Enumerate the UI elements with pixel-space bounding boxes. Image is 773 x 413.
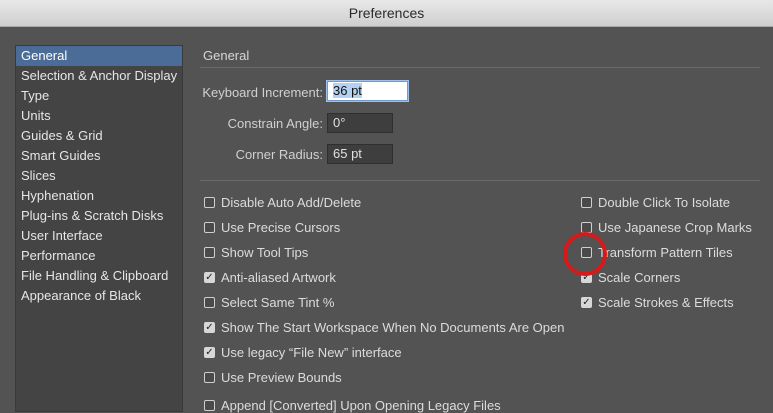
annotation-circle <box>563 232 607 276</box>
checkbox-label: Double Click To Isolate <box>598 195 730 210</box>
checkbox-box[interactable] <box>204 297 215 308</box>
checkbox-use-japanese-crop-marks[interactable]: Use Japanese Crop Marks <box>581 220 752 235</box>
checkbox-show-tool-tips[interactable]: Show Tool Tips <box>204 245 308 260</box>
sidebar-item-selection-anchor-display[interactable]: Selection & Anchor Display <box>16 66 182 86</box>
checkmark-icon[interactable]: ✓ <box>204 347 215 358</box>
checkbox-label: Append [Converted] Upon Opening Legacy F… <box>221 398 501 413</box>
checkbox-disable-auto-add-delete[interactable]: Disable Auto Add/Delete <box>204 195 361 210</box>
checkbox-label: Disable Auto Add/Delete <box>221 195 362 210</box>
sidebar-item-smart-guides[interactable]: Smart Guides <box>16 146 182 166</box>
checkbox-use-preview-bounds[interactable]: Use Preview Bounds <box>204 370 342 385</box>
sidebar-item-general[interactable]: General <box>16 46 182 66</box>
checkbox-box[interactable] <box>204 372 215 383</box>
checkbox-show-start-workspace[interactable]: ✓ Show The Start Workspace When No Docum… <box>204 320 564 335</box>
checkbox-box[interactable] <box>204 247 215 258</box>
keyboard-increment-field[interactable]: 36 pt <box>327 81 408 101</box>
checkbox-double-click-to-isolate[interactable]: Double Click To Isolate <box>581 195 730 210</box>
checkbox-label: Select Same Tint % <box>221 295 335 310</box>
checkbox-select-same-tint[interactable]: Select Same Tint % <box>204 295 334 310</box>
sidebar: General Selection & Anchor Display Type … <box>15 45 183 412</box>
sidebar-item-user-interface[interactable]: User Interface <box>16 226 182 246</box>
checkbox-box[interactable] <box>581 197 592 208</box>
checkbox-label: Anti-aliased Artwork <box>221 270 336 285</box>
checkbox-use-legacy-file-new[interactable]: ✓ Use legacy “File New” interface <box>204 345 402 360</box>
sidebar-item-units[interactable]: Units <box>16 106 182 126</box>
checkbox-use-precise-cursors[interactable]: Use Precise Cursors <box>204 220 340 235</box>
checkmark-icon[interactable]: ✓ <box>204 272 215 283</box>
sidebar-item-plugins-scratch-disks[interactable]: Plug-ins & Scratch Disks <box>16 206 182 226</box>
constrain-angle-label: Constrain Angle: <box>227 116 323 131</box>
checkbox-label: Scale Strokes & Effects <box>598 295 734 310</box>
checkbox-label: Show Tool Tips <box>221 245 309 260</box>
window-title: Preferences <box>348 5 425 21</box>
checkbox-label: Use Preview Bounds <box>221 370 342 385</box>
checkbox-label: Scale Corners <box>598 270 681 285</box>
corner-radius-field[interactable]: 65 pt <box>327 144 393 164</box>
checkmark-icon[interactable]: ✓ <box>204 322 215 333</box>
checkbox-box[interactable] <box>204 222 215 233</box>
checkbox-label: Use Japanese Crop Marks <box>598 220 752 235</box>
corner-radius-label: Corner Radius: <box>235 147 323 162</box>
constrain-angle-field[interactable]: 0° <box>327 113 393 133</box>
checkbox-label: Use legacy “File New” interface <box>221 345 402 360</box>
sidebar-item-type[interactable]: Type <box>16 86 182 106</box>
checkbox-anti-aliased-artwork[interactable]: ✓ Anti-aliased Artwork <box>204 270 336 285</box>
sidebar-item-performance[interactable]: Performance <box>16 246 182 266</box>
checkbox-label: Use Precise Cursors <box>221 220 341 235</box>
checkmark-icon[interactable]: ✓ <box>581 297 592 308</box>
options-divider <box>200 180 760 181</box>
keyboard-increment-label: Keyboard Increment: <box>202 85 323 100</box>
section-title: General <box>203 48 250 63</box>
checkbox-box[interactable] <box>204 197 215 208</box>
sidebar-item-file-handling-clipboard[interactable]: File Handling & Clipboard <box>16 266 182 286</box>
checkbox-label: Transform Pattern Tiles <box>598 245 733 260</box>
sidebar-item-slices[interactable]: Slices <box>16 166 182 186</box>
sidebar-item-appearance-of-black[interactable]: Appearance of Black <box>16 286 182 306</box>
section-divider <box>200 67 760 68</box>
sidebar-item-hyphenation[interactable]: Hyphenation <box>16 186 182 206</box>
checkbox-append-converted[interactable]: Append [Converted] Upon Opening Legacy F… <box>204 398 501 413</box>
sidebar-item-guides-grid[interactable]: Guides & Grid <box>16 126 182 146</box>
checkbox-scale-strokes-effects[interactable]: ✓ Scale Strokes & Effects <box>581 295 734 310</box>
checkbox-box[interactable] <box>204 400 215 411</box>
window-titlebar: Preferences <box>0 0 773 27</box>
checkbox-label: Show The Start Workspace When No Documen… <box>221 320 565 335</box>
